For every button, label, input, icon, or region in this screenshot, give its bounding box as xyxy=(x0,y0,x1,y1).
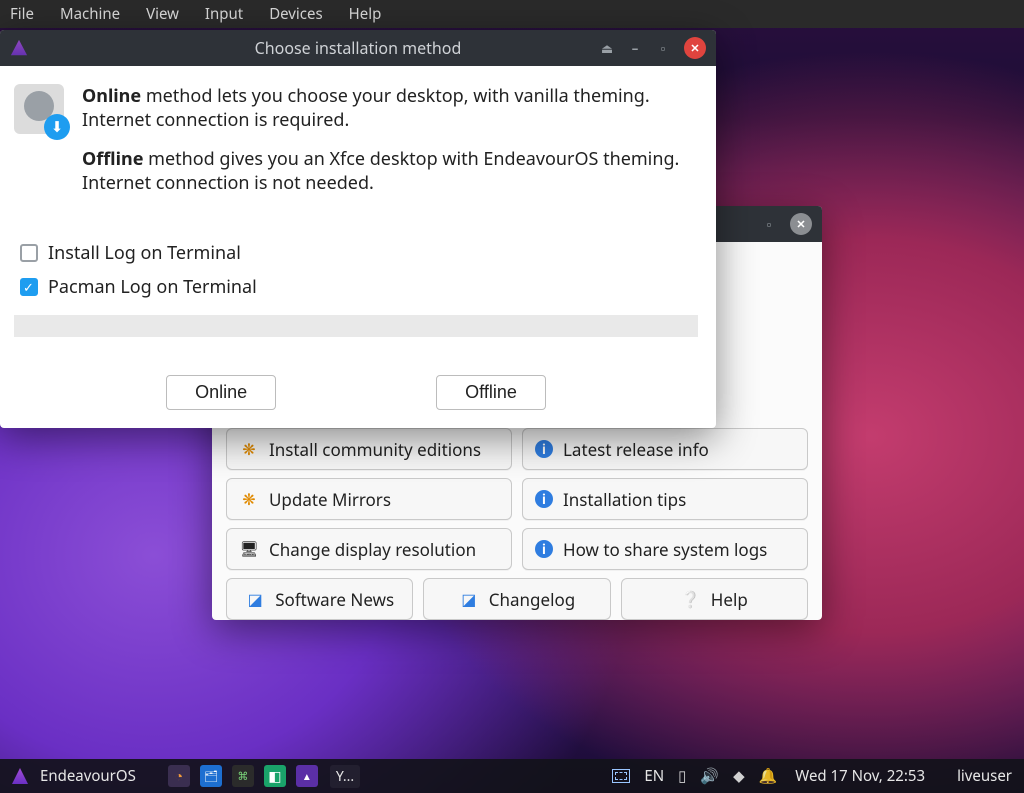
monitor-icon xyxy=(239,539,259,559)
close-icon[interactable] xyxy=(684,37,706,59)
welcome-btn-label: Install community editions xyxy=(269,438,481,461)
progress-bar xyxy=(14,315,698,337)
notifications-icon[interactable]: 🔔 xyxy=(759,766,778,786)
installer-title: Choose installation method xyxy=(255,37,462,59)
welcome-btn-label: Change display resolution xyxy=(269,538,476,561)
network-icon[interactable]: ◆ xyxy=(733,766,745,786)
taskbar-user[interactable]: liveuser xyxy=(957,766,1012,786)
taskbar: EndeavourOS Y... EN ▯ 🔊 ◆ 🔔 Wed 17 Nov, … xyxy=(0,759,1024,793)
taskbar-app-terminal[interactable] xyxy=(232,765,254,787)
gear-icon xyxy=(239,439,259,459)
welcome-btn-mirrors[interactable]: Update Mirrors xyxy=(226,478,512,520)
installer-description: Online method lets you choose your deskt… xyxy=(82,84,698,209)
taskbar-lang[interactable]: EN xyxy=(644,766,664,786)
checkbox-label: Install Log on Terminal xyxy=(48,241,241,265)
maximize-icon[interactable] xyxy=(762,217,776,231)
eject-icon[interactable] xyxy=(600,41,614,55)
welcome-btn-news[interactable]: Software News xyxy=(226,578,413,620)
taskbar-app-firefox[interactable] xyxy=(168,765,190,787)
welcome-btn-help[interactable]: Help xyxy=(621,578,808,620)
info-icon xyxy=(535,540,553,558)
keyboard-icon[interactable] xyxy=(612,769,630,783)
welcome-btn-release[interactable]: Latest release info xyxy=(522,428,808,470)
news-icon xyxy=(245,589,265,609)
news-icon xyxy=(459,589,479,609)
taskbar-distro-label[interactable]: EndeavourOS xyxy=(40,766,136,786)
info-icon xyxy=(535,490,553,508)
vbox-menu-devices[interactable]: Devices xyxy=(269,4,322,24)
welcome-btn-label: Changelog xyxy=(489,588,575,611)
close-icon[interactable] xyxy=(790,213,812,235)
welcome-btn-label: How to share system logs xyxy=(563,538,767,561)
volume-icon[interactable]: 🔊 xyxy=(700,766,719,786)
info-icon xyxy=(535,440,553,458)
taskbar-clock[interactable]: Wed 17 Nov, 22:53 xyxy=(795,766,925,786)
download-badge-icon xyxy=(44,114,70,140)
welcome-btn-label: Update Mirrors xyxy=(269,488,391,511)
battery-icon[interactable]: ▯ xyxy=(678,766,686,786)
welcome-btn-label: Installation tips xyxy=(563,488,686,511)
checkbox-install-log[interactable]: Install Log on Terminal xyxy=(20,241,698,265)
vbox-menu-file[interactable]: File xyxy=(10,4,34,24)
vbox-menu-help[interactable]: Help xyxy=(349,4,382,24)
minimize-icon[interactable] xyxy=(628,41,642,55)
vbox-menu-machine[interactable]: Machine xyxy=(60,4,120,24)
installer-dialog: Choose installation method Online method… xyxy=(0,30,716,428)
endeavouros-logo-icon[interactable] xyxy=(12,768,28,784)
vbox-menu-view[interactable]: View xyxy=(146,4,179,24)
welcome-btn-display[interactable]: Change display resolution xyxy=(226,528,512,570)
download-icon xyxy=(14,84,64,134)
welcome-btn-tips[interactable]: Installation tips xyxy=(522,478,808,520)
taskbar-task[interactable]: Y... xyxy=(330,765,360,788)
vbox-menu-input[interactable]: Input xyxy=(205,4,243,24)
installer-titlebar: Choose installation method xyxy=(0,30,716,66)
checkbox-icon xyxy=(20,244,38,262)
gear-icon xyxy=(239,489,259,509)
help-icon xyxy=(681,589,701,609)
maximize-icon[interactable] xyxy=(656,41,670,55)
checkbox-pacman-log[interactable]: Pacman Log on Terminal xyxy=(20,275,698,299)
checkbox-icon xyxy=(20,278,38,296)
welcome-btn-label: Help xyxy=(711,588,748,611)
online-button[interactable]: Online xyxy=(166,375,276,410)
checkbox-label: Pacman Log on Terminal xyxy=(48,275,257,299)
vbox-menu-bar: File Machine View Input Devices Help xyxy=(0,0,1024,28)
welcome-btn-community[interactable]: Install community editions xyxy=(226,428,512,470)
offline-button[interactable]: Offline xyxy=(436,375,546,410)
welcome-btn-label: Software News xyxy=(275,588,394,611)
taskbar-app-files[interactable] xyxy=(200,765,222,787)
welcome-btn-label: Latest release info xyxy=(563,438,709,461)
endeavouros-icon xyxy=(10,39,28,57)
welcome-btn-logs[interactable]: How to share system logs xyxy=(522,528,808,570)
welcome-btn-changelog[interactable]: Changelog xyxy=(423,578,610,620)
taskbar-app-installer[interactable] xyxy=(296,765,318,787)
taskbar-app-dashboard[interactable] xyxy=(264,765,286,787)
